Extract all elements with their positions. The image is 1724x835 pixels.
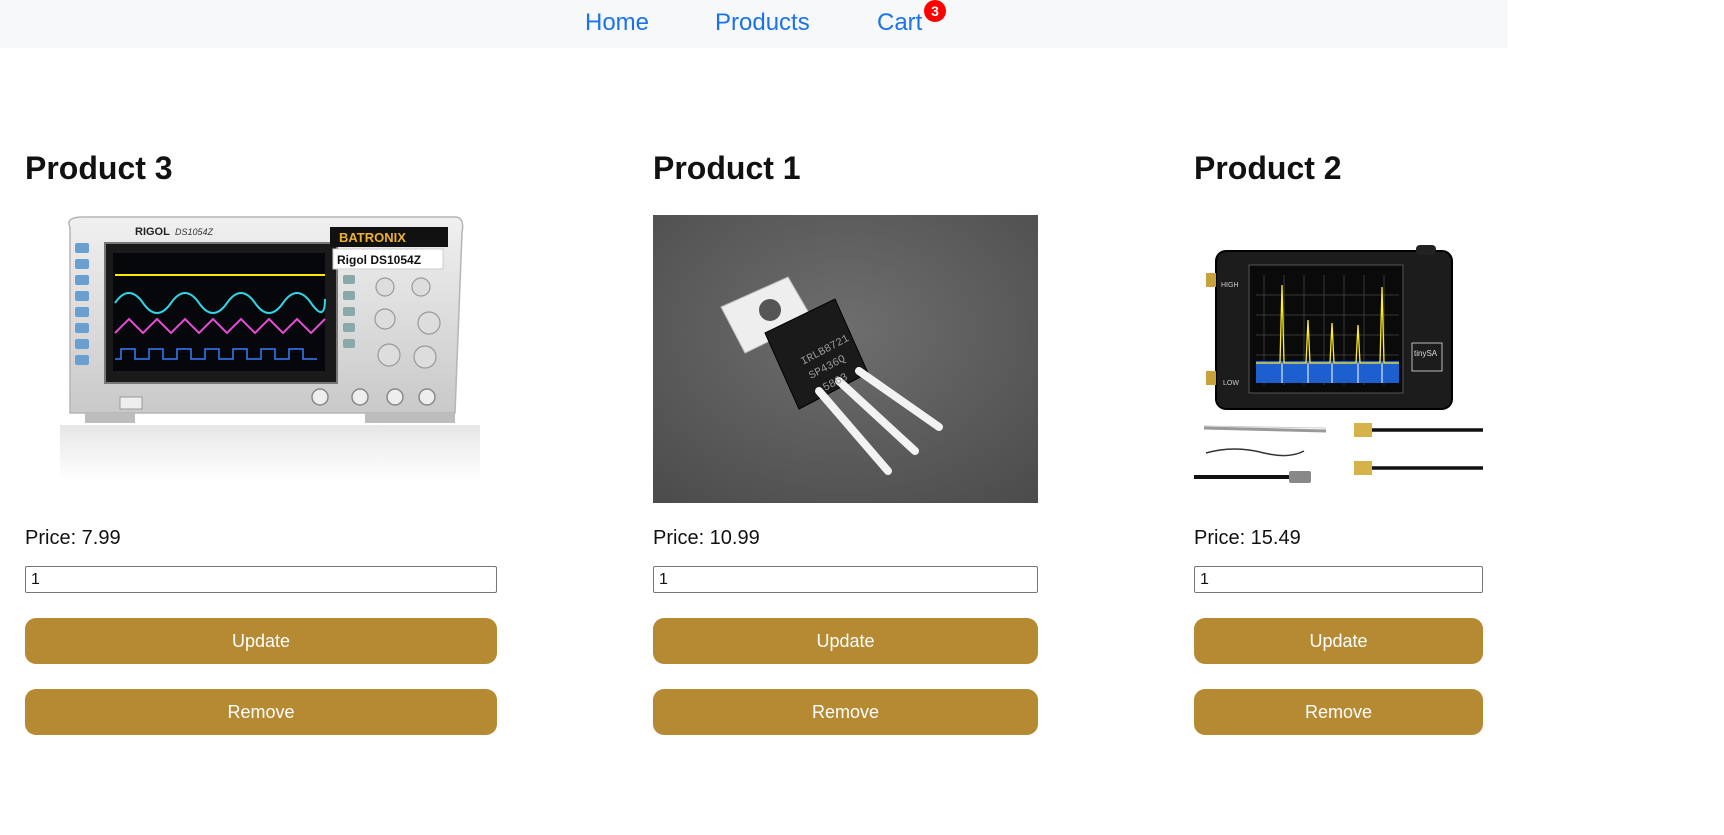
product-card: Product 2 tinySA HIGH LOW Price: 15.49 1…: [1194, 148, 1483, 735]
nav-link-products[interactable]: Products: [715, 8, 810, 38]
quantity-input[interactable]: [653, 566, 1038, 593]
product-title: Product 1: [653, 150, 801, 186]
update-button[interactable]: Update: [1194, 618, 1483, 664]
quantity-input[interactable]: [25, 566, 497, 593]
svg-text:DS1054Z: DS1054Z: [175, 227, 214, 237]
product-title: Product 3: [25, 150, 173, 186]
svg-text:BATRONIX: BATRONIX: [339, 230, 406, 245]
remove-button[interactable]: Remove: [25, 689, 497, 735]
cart-count-badge: 3: [924, 0, 946, 22]
product-image-oscilloscope: RIGOL DS1054Z BATRONIX Rigol DS1054Z: [25, 215, 497, 503]
product-card: Product 1 IRLB8721 SP436Q 5863 Price: 10…: [653, 148, 1038, 735]
nav-link-home[interactable]: Home: [585, 8, 649, 38]
remove-button[interactable]: Remove: [653, 689, 1038, 735]
product-price: Price: 7.99: [25, 527, 121, 549]
svg-text:LOW: LOW: [1223, 380, 1239, 387]
product-price: Price: 15.49: [1194, 527, 1301, 549]
top-navbar: Home Products Cart 3: [0, 0, 1508, 48]
svg-text:RIGOL: RIGOL: [135, 226, 170, 238]
product-card: Product 3 RIGOL DS1054Z BATRONIX Rigol D…: [25, 148, 497, 735]
product-price: Price: 10.99: [653, 527, 760, 549]
product-image-transistor: IRLB8721 SP436Q 5863: [653, 215, 1038, 503]
svg-text:tinySA: tinySA: [1414, 349, 1438, 358]
update-button[interactable]: Update: [653, 618, 1038, 664]
nav-link-cart[interactable]: Cart: [877, 8, 922, 38]
update-button[interactable]: Update: [25, 618, 497, 664]
quantity-input[interactable]: [1194, 566, 1483, 593]
svg-text:HIGH: HIGH: [1221, 282, 1239, 289]
product-title: Product 2: [1194, 150, 1342, 186]
svg-text:Rigol DS1054Z: Rigol DS1054Z: [337, 253, 421, 267]
product-image-spectrum-analyzer: tinySA HIGH LOW: [1194, 215, 1483, 503]
remove-button[interactable]: Remove: [1194, 689, 1483, 735]
